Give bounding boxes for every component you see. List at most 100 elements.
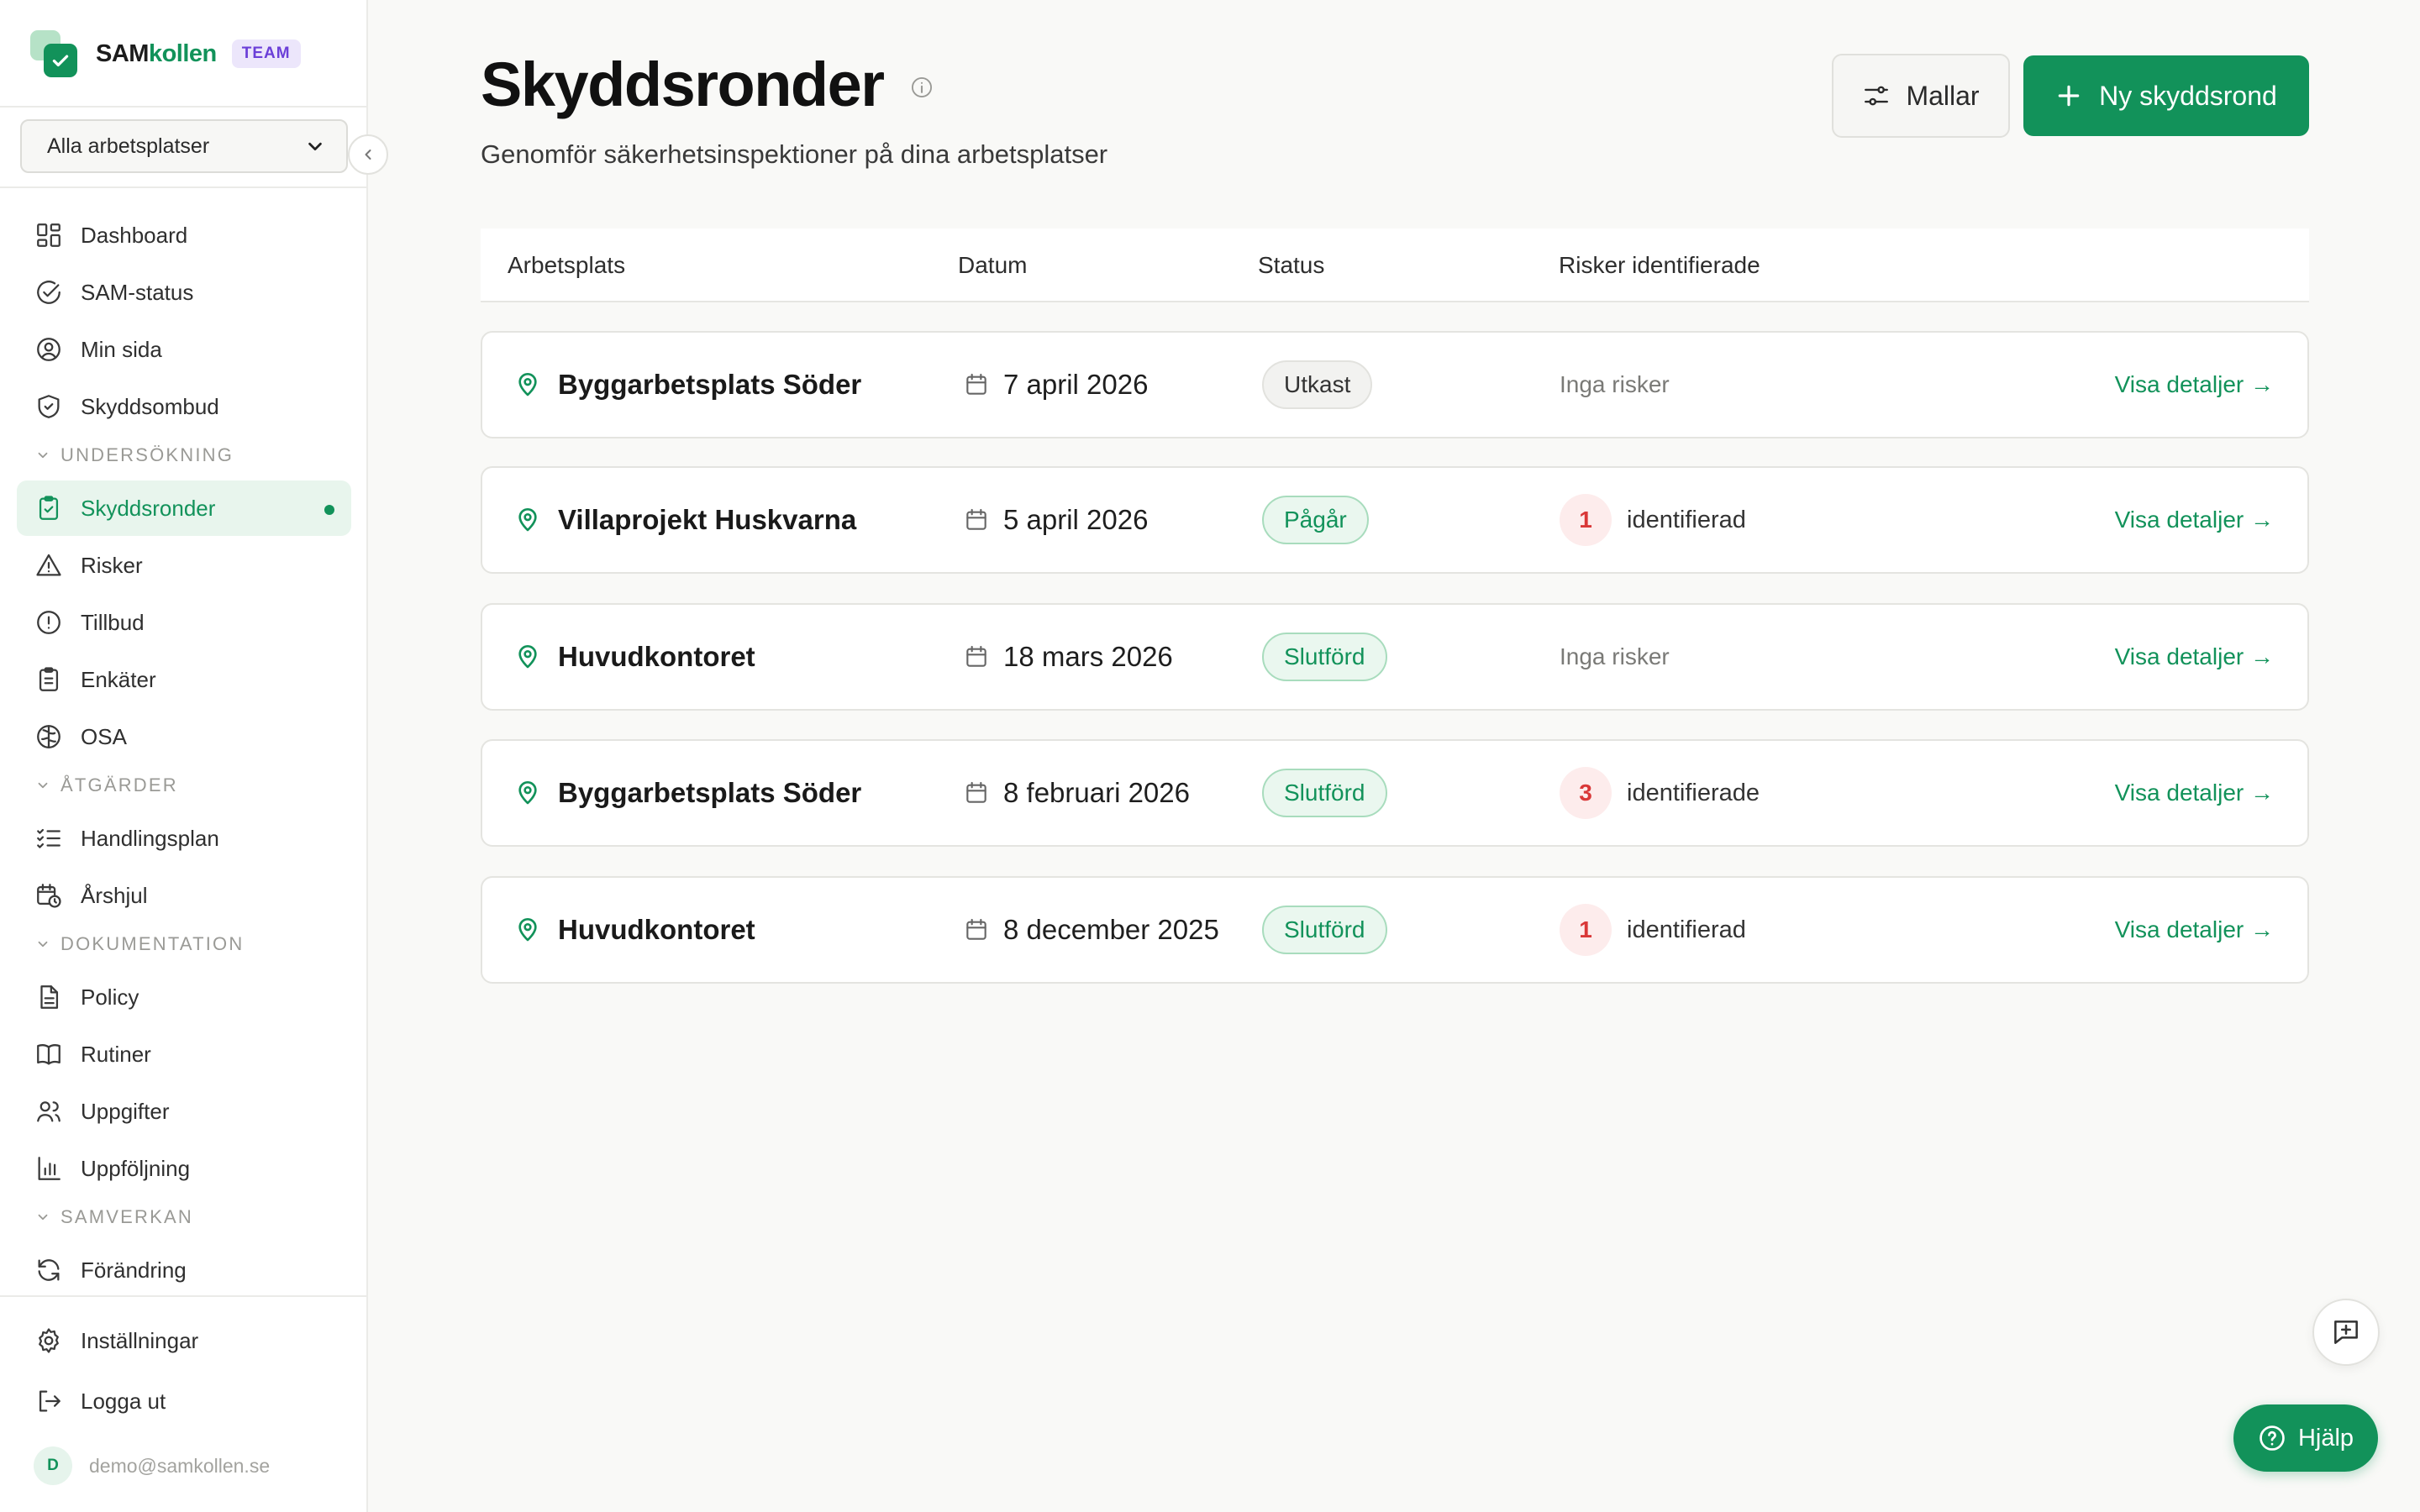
status-badge: Utkast — [1262, 360, 1373, 409]
sidebar-item-osa[interactable]: OSA — [17, 709, 351, 764]
sidebar-item-label: Tillbud — [81, 609, 145, 635]
page-title: Skyddsronder — [481, 50, 885, 119]
templates-button[interactable]: Mallar — [1832, 54, 2010, 138]
risk-label: Inga risker — [1560, 643, 1670, 669]
risk-cell: 1 identifierad — [1560, 878, 1746, 982]
calendar-icon — [966, 918, 986, 940]
status-badge: Slutförd — [1262, 906, 1387, 954]
plan-badge: TEAM — [231, 39, 301, 68]
users-icon — [37, 1101, 60, 1122]
view-details-link[interactable]: Visa detaljer → — [2115, 468, 2274, 572]
sidebar-item-uppfoljning[interactable]: Uppföljning — [17, 1141, 351, 1196]
date-value: 7 april 2026 — [1003, 369, 1149, 400]
users-icon-wrap — [34, 1096, 64, 1126]
gear-icon-wrap — [34, 1326, 64, 1356]
table-row[interactable]: Byggarbetsplats Söder 7 april 2026 Utkas… — [481, 331, 2309, 438]
help-button[interactable]: Hjälp — [2233, 1404, 2378, 1472]
view-details-label: Visa detaljer → — [2114, 780, 2274, 806]
map-pin-icon — [518, 508, 537, 532]
sidebar-item-uppgifter[interactable]: Uppgifter — [17, 1084, 351, 1139]
gear-icon — [39, 1328, 59, 1353]
alert-circle-icon-wrap — [34, 607, 64, 638]
feedback-button[interactable] — [2312, 1299, 2380, 1366]
map-pin-icon — [518, 918, 537, 942]
risk-label: identifierade — [1627, 779, 1760, 806]
sidebar-item-logga-ut[interactable]: Logga ut — [17, 1373, 351, 1429]
document-icon-wrap — [34, 982, 64, 1012]
map-pin-icon — [518, 645, 537, 669]
shield-icon — [38, 395, 60, 418]
date-value: 18 mars 2026 — [1003, 641, 1173, 672]
view-details-link[interactable]: Visa detaljer → — [2115, 605, 2274, 709]
alert-circle-icon — [37, 611, 60, 634]
calendar-icon — [966, 781, 986, 803]
table-row[interactable]: Villaprojekt Huskvarna 5 april 2026 Pågå… — [481, 466, 2309, 574]
view-details-link[interactable]: Visa detaljer → — [2115, 741, 2274, 845]
chevron-down-icon — [308, 142, 322, 151]
view-details-link[interactable]: Visa detaljer → — [2115, 878, 2274, 982]
section-toggle-dokumentation[interactable]: DOKUMENTATION — [35, 933, 244, 955]
status-cell: Pågår — [1262, 468, 1369, 572]
map-pin-icon — [518, 781, 537, 805]
section-toggle-samverkan[interactable]: SAMVERKAN — [35, 1206, 193, 1228]
brand-name: SAMkollen — [96, 39, 217, 67]
sidebar-item-min-sida[interactable]: Min sida — [17, 322, 351, 377]
date-cell: 8 februari 2026 — [963, 741, 1190, 845]
sidebar-item-rutiner[interactable]: Rutiner — [17, 1026, 351, 1082]
date-cell: 18 mars 2026 — [963, 605, 1173, 709]
sidebar-item-dashboard[interactable]: Dashboard — [17, 207, 351, 263]
risk-label: Inga risker — [1560, 371, 1670, 397]
collapse-sidebar-button[interactable] — [348, 134, 388, 175]
sliders-icon — [1865, 86, 1889, 106]
section-label: UNDERSÖKNING — [60, 444, 234, 465]
sidebar-item-label: Min sida — [81, 336, 162, 362]
calendar-clock-icon — [37, 884, 61, 908]
sidebar-item-label: OSA — [81, 723, 127, 749]
sidebar-item-label: Skyddsombud — [81, 393, 219, 419]
user-account[interactable]: D demo@samkollen.se — [34, 1446, 270, 1485]
section-toggle-atgarder[interactable]: ÅTGÄRDER — [35, 774, 178, 796]
sidebar-item-arshjul[interactable]: Årshjul — [17, 868, 351, 923]
brain-icon-wrap — [34, 722, 64, 752]
new-inspection-button[interactable]: Ny skyddsrond — [2023, 55, 2309, 136]
sidebar-item-policy[interactable]: Policy — [17, 969, 351, 1025]
table-row[interactable]: Huvudkontoret 18 mars 2026 Slutförd Inga… — [481, 603, 2309, 711]
help-circle-icon — [2260, 1425, 2285, 1451]
view-details-label: Visa detaljer → — [2114, 916, 2274, 942]
risk-cell: Inga risker — [1560, 333, 1670, 437]
status-cell: Slutförd — [1262, 878, 1387, 982]
workplace-select[interactable]: Alla arbetsplatser — [20, 119, 348, 173]
sidebar-item-skyddsronder[interactable]: Skyddsronder — [17, 480, 351, 536]
sidebar-item-risker[interactable]: Risker — [17, 538, 351, 593]
column-header-risks: Risker identifierade — [1559, 252, 1760, 278]
table-row[interactable]: Huvudkontoret 8 december 2025 Slutförd 1… — [481, 876, 2309, 984]
refresh-icon-wrap — [34, 1255, 64, 1285]
sidebar-item-sam-status[interactable]: SAM-status — [17, 265, 351, 320]
logout-icon — [39, 1390, 60, 1412]
sidebar-item-handlingsplan[interactable]: Handlingsplan — [17, 811, 351, 866]
sidebar-item-tillbud[interactable]: Tillbud — [17, 595, 351, 650]
column-header-workplace: Arbetsplats — [508, 252, 626, 278]
workplace-cell: Byggarbetsplats Söder — [514, 333, 861, 437]
sidebar: SAMkollen TEAM Alla arbetsplatser Dashbo… — [0, 0, 368, 1512]
clipboard-check-icon — [39, 496, 59, 520]
info-icon[interactable] — [910, 76, 934, 99]
calendar-icon — [966, 645, 986, 667]
table-row[interactable]: Byggarbetsplats Söder 8 februari 2026 Sl… — [481, 739, 2309, 847]
date-cell: 5 april 2026 — [963, 468, 1148, 572]
sidebar-item-label: Handlingsplan — [81, 825, 219, 851]
date-value: 8 februari 2026 — [1003, 777, 1190, 808]
sidebar-item-enkater[interactable]: Enkäter — [17, 652, 351, 707]
user-email: demo@samkollen.se — [89, 1454, 271, 1477]
risk-label: identifierad — [1627, 506, 1746, 533]
view-details-link[interactable]: Visa detaljer → — [2115, 333, 2274, 437]
sidebar-item-label: Inställningar — [81, 1327, 199, 1353]
sidebar-item-label: SAM-status — [81, 279, 194, 305]
section-toggle-undersokning[interactable]: UNDERSÖKNING — [35, 444, 234, 466]
logo[interactable]: SAMkollen TEAM — [30, 29, 301, 79]
sidebar-item-skyddsombud[interactable]: Skyddsombud — [17, 379, 351, 434]
warning-icon — [36, 554, 61, 576]
sidebar-item-installningar[interactable]: Inställningar — [17, 1313, 351, 1368]
divider — [0, 186, 368, 188]
sidebar-item-forandring[interactable]: Förändring — [17, 1242, 351, 1298]
